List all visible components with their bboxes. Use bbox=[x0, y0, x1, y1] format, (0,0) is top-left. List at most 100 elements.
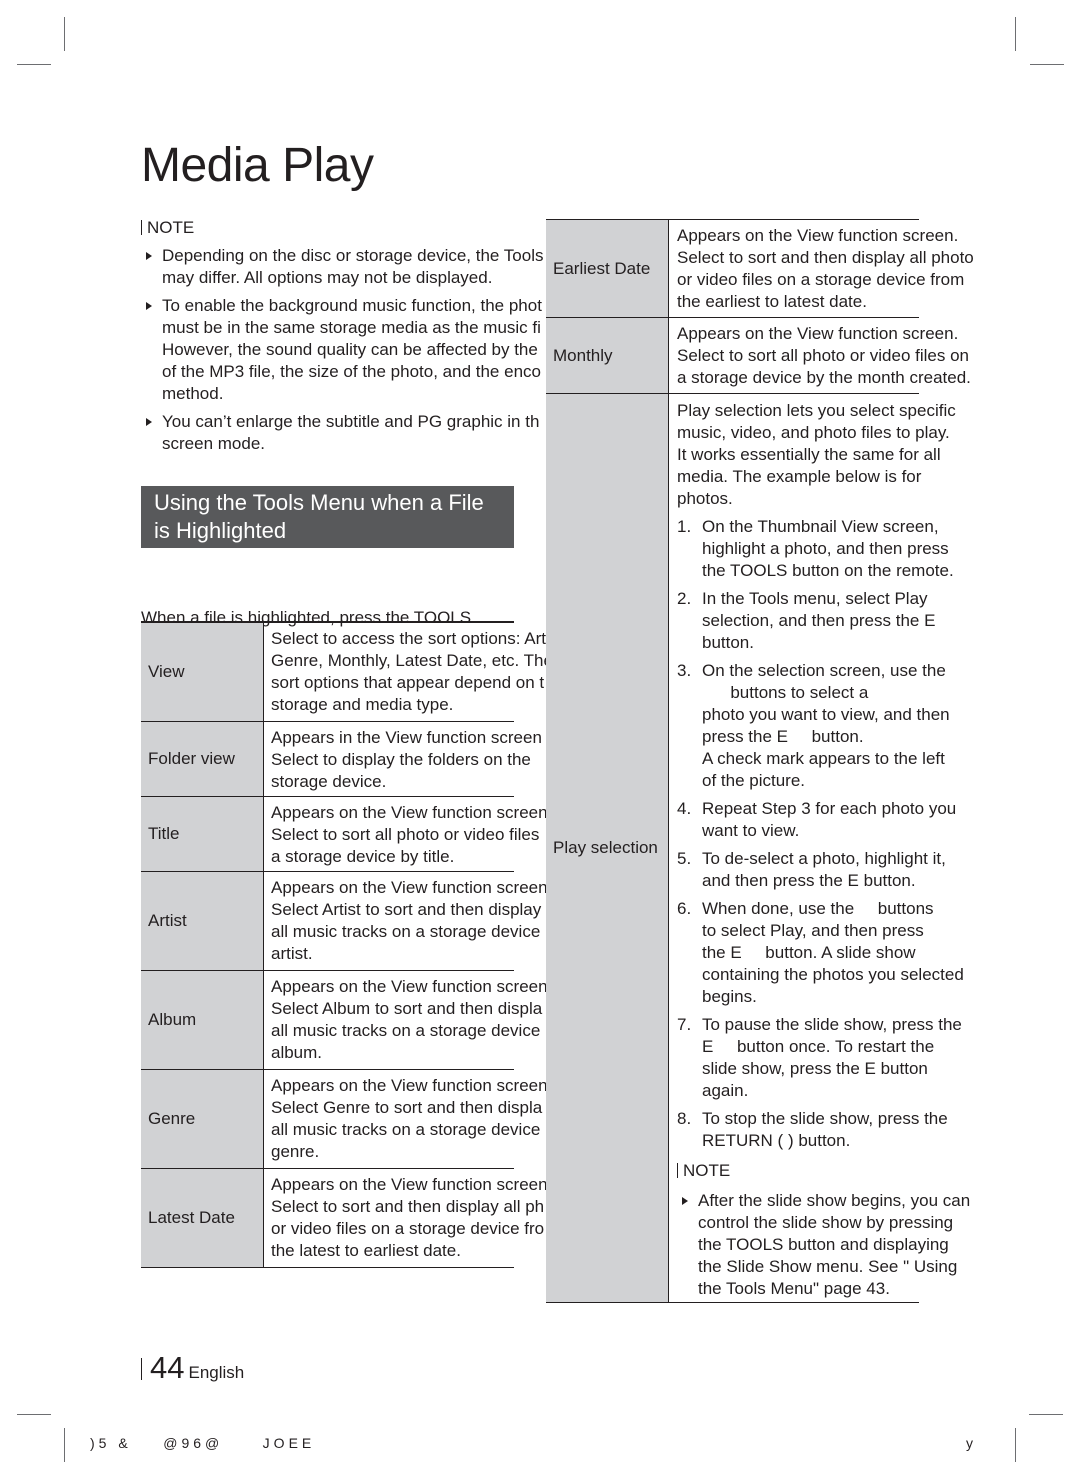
option-description: Appears on the View function screen Selec… bbox=[271, 971, 548, 1069]
text-line: button. bbox=[702, 633, 754, 652]
text-line: the TOOLS button on the remote. bbox=[702, 561, 954, 580]
option-label: View bbox=[141, 623, 264, 721]
text-line: Depending on the disc or storage device,… bbox=[162, 246, 544, 265]
bullet-arrow-icon bbox=[146, 302, 152, 310]
text-line: However, the sound quality can be affect… bbox=[162, 340, 538, 359]
text-line: slide show, press the E button bbox=[702, 1059, 928, 1078]
text-line: Select to sort and then display all ph bbox=[271, 1197, 545, 1216]
text-line: or video files on a storage device from bbox=[677, 270, 965, 289]
step-text: To stop the slide show, press the RETURN … bbox=[702, 1108, 948, 1152]
text-line: or video files on a storage device fro bbox=[271, 1219, 545, 1238]
text-line: a storage device by the month created. bbox=[677, 368, 971, 387]
text-line: highlight a photo, and then press bbox=[702, 539, 949, 558]
step-number: 8. bbox=[677, 1109, 692, 1128]
text-line: all music tracks on a storage device bbox=[271, 922, 541, 941]
bullet-arrow-icon bbox=[682, 1197, 688, 1205]
text-line: all music tracks on a storage device bbox=[271, 1021, 541, 1040]
step-number: 2. bbox=[677, 589, 692, 608]
text-line: Genre, Monthly, Latest Date, etc. The bbox=[271, 651, 553, 670]
crop-mark bbox=[1030, 64, 1064, 65]
text-line: After the slide show begins, you can bbox=[698, 1191, 971, 1210]
crop-mark bbox=[64, 17, 65, 51]
step-text: On the Thumbnail View screen, highlight a… bbox=[702, 516, 954, 582]
text-line: Appears on the View function screen. bbox=[677, 324, 959, 343]
footer-code: )5 & @96@ JOEE bbox=[90, 1435, 316, 1451]
table-row-monthly: Monthly Appears on the View function scr… bbox=[546, 318, 971, 394]
text-line: Select to sort all photo or video files bbox=[271, 825, 540, 844]
text-line: the Slide Show menu. See " Using bbox=[698, 1257, 958, 1276]
text-line: to select Play, and then press bbox=[702, 921, 924, 940]
option-description: Appears on the View function screen Selec… bbox=[271, 1070, 548, 1168]
text-line: a storage device by title. bbox=[271, 847, 455, 866]
text-line: want to view. bbox=[702, 821, 800, 840]
note-label: NOTE bbox=[141, 217, 561, 239]
text-line: containing the photos you selected bbox=[702, 965, 964, 984]
table-row: Folder view Appears in the View function … bbox=[141, 722, 542, 797]
note-item: To enable the background music function,… bbox=[141, 295, 561, 405]
page-footer: 44 English bbox=[141, 1350, 244, 1386]
text-line: E button once. To restart the bbox=[702, 1037, 935, 1056]
option-label: Title bbox=[141, 797, 264, 871]
text-line: Select to sort and then display all phot… bbox=[677, 248, 974, 267]
text-line: It works essentially the same for all bbox=[677, 445, 941, 464]
crop-mark bbox=[17, 64, 51, 65]
step-item: 1. On the Thumbnail View screen, highlight… bbox=[677, 516, 954, 582]
note-item: You can’t enlarge the subtitle and PG gr… bbox=[141, 411, 561, 455]
text-line: A check mark appears to the left bbox=[702, 749, 945, 768]
bullet-arrow-icon bbox=[146, 252, 152, 260]
step-item: 8. To stop the slide show, press the RETUR… bbox=[677, 1108, 948, 1152]
step-item: 7. To pause the slide show, press the E bu… bbox=[677, 1014, 962, 1102]
text-line: and then press the E button. bbox=[702, 871, 916, 890]
step-text: To pause the slide show, press the E butt… bbox=[702, 1014, 962, 1102]
step-number: 1. bbox=[677, 517, 692, 536]
text-line: album. bbox=[271, 1043, 323, 1062]
text-line: music, video, and photo files to play. bbox=[677, 423, 950, 442]
note-list: Depending on the disc or storage device,… bbox=[141, 245, 561, 455]
table-row: Title Appears on the View function screen… bbox=[141, 797, 548, 872]
text-line: of the MP3 file, the size of the photo, … bbox=[162, 362, 541, 381]
crop-mark bbox=[1029, 1414, 1063, 1415]
page-title: Media Play bbox=[141, 139, 374, 192]
text-line: Appears on the View function screen bbox=[271, 878, 548, 897]
note-block: NOTE Depending on the disc or storage de… bbox=[141, 217, 561, 455]
text-line: all music tracks on a storage device bbox=[271, 1120, 541, 1139]
option-label: Monthly bbox=[546, 318, 669, 393]
option-label: Earliest Date bbox=[546, 220, 669, 317]
option-label: Album bbox=[141, 971, 264, 1069]
text-line: storage device. bbox=[271, 772, 387, 791]
option-description: Play selection lets you select specific m… bbox=[677, 394, 971, 1305]
note-label-text: NOTE bbox=[683, 1161, 731, 1180]
text-line: Play selection lets you select specific bbox=[677, 401, 956, 420]
text-line: Select Album to sort and then displa bbox=[271, 999, 543, 1018]
note-item-text: To enable the background music function,… bbox=[162, 295, 561, 405]
text-line: Appears on the View function screen bbox=[271, 1076, 548, 1095]
text-line: screen mode. bbox=[162, 434, 265, 453]
step-item: 4. Repeat Step 3 for each photo you want t… bbox=[677, 798, 956, 842]
step-text: Repeat Step 3 for each photo you want to … bbox=[702, 798, 956, 842]
text-line: Select to display the folders on the bbox=[271, 750, 531, 769]
text-line: of the picture. bbox=[702, 771, 806, 790]
crop-mark bbox=[64, 1428, 65, 1462]
text-line: Appears in the View function screen bbox=[271, 728, 542, 747]
text-line: the earliest to latest date. bbox=[677, 292, 867, 311]
text-line: press the E button. bbox=[702, 727, 864, 746]
step-text: On the selection screen, use the buttons… bbox=[702, 660, 950, 792]
section-heading-line: Using the Tools Menu when a File bbox=[154, 490, 484, 515]
text-line: buttons to select a bbox=[702, 683, 869, 702]
text-line: artist. bbox=[271, 944, 313, 963]
text-line: On the Thumbnail View screen, bbox=[702, 517, 939, 536]
table-row: Artist Appears on the View function scree… bbox=[141, 872, 548, 971]
option-description: Appears in the View function screen Selec… bbox=[271, 722, 542, 796]
play-selection-intro: Play selection lets you select specific m… bbox=[677, 399, 956, 510]
tools-options-table-continued: Earliest Date Appears on the View functi… bbox=[546, 219, 974, 1305]
text-line: Select to sort all photo or video files … bbox=[677, 346, 969, 365]
step-number: 5. bbox=[677, 849, 692, 868]
note-item-text: Depending on the disc or storage device,… bbox=[162, 245, 561, 289]
bullet-arrow-icon bbox=[146, 418, 152, 426]
text-line: begins. bbox=[702, 987, 757, 1006]
option-description: Appears on the View function screen. Sele… bbox=[677, 220, 974, 318]
text-line: Appears on the View function screen bbox=[271, 977, 548, 996]
footer-divider bbox=[141, 1358, 142, 1380]
table-row: Genre Appears on the View function screen… bbox=[141, 1070, 548, 1169]
table-row-play-selection: Play selection Play selection lets you s… bbox=[546, 394, 971, 1305]
